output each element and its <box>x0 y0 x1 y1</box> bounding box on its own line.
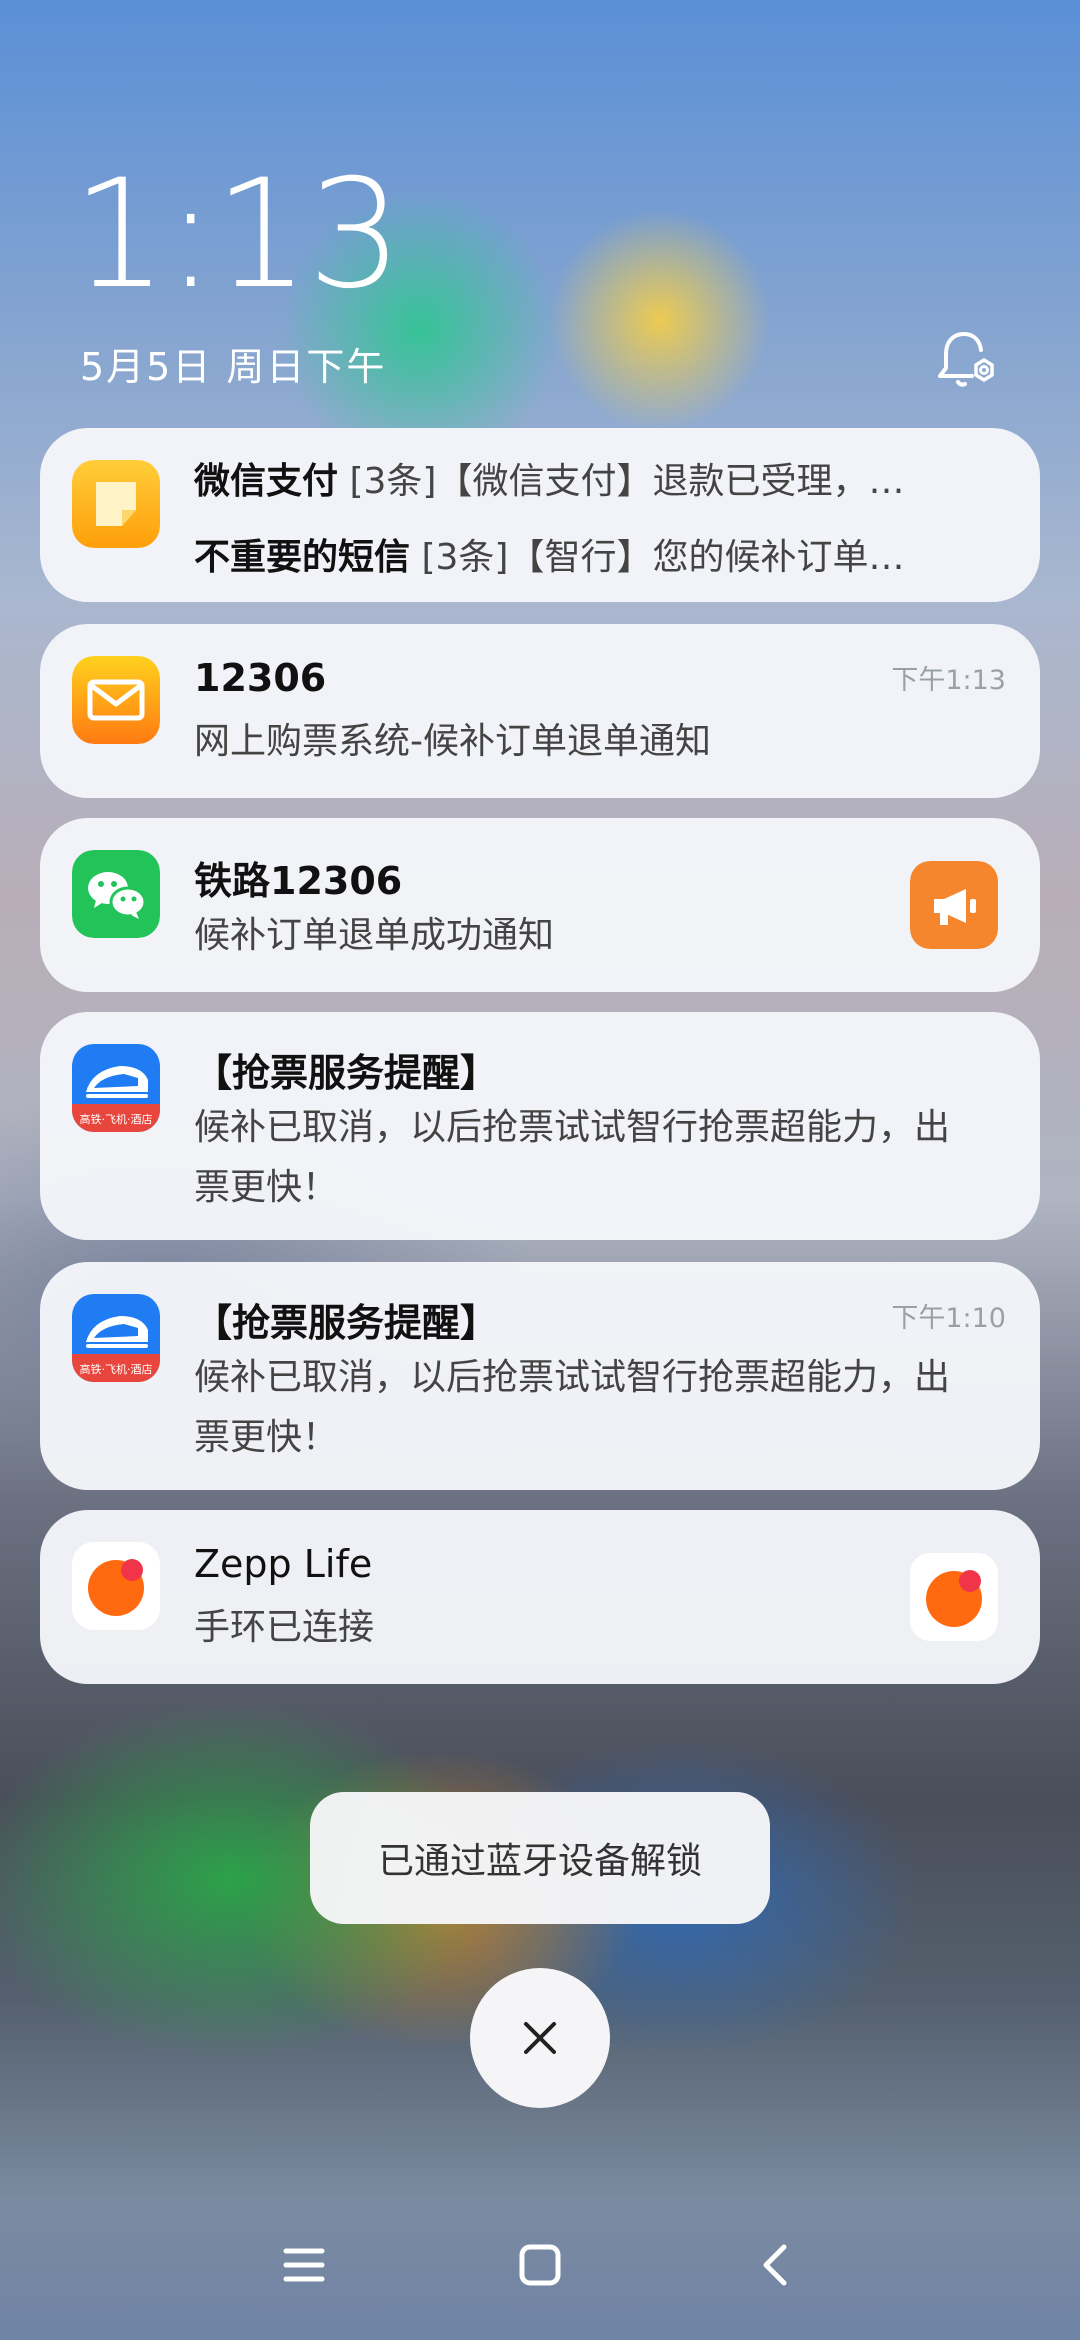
mail-app-icon <box>72 656 160 744</box>
group-line-1-app: 微信支付 <box>194 461 339 502</box>
notification-12306-card[interactable]: 12306 下午1:13 网上购票系统-候补订单退单通知 <box>40 624 1040 798</box>
notification-settings-icon[interactable] <box>928 324 1000 396</box>
notification-body: 候补已取消，以后抢票试试智行抢票超能力，出票更快！ <box>194 1357 951 1458</box>
group-line-2: 不重要的短信 [3条]【智行】您的候补订单… <box>194 528 1000 580</box>
notification-title: 【抢票服务提醒】 <box>194 1301 499 1345</box>
notification-title: 【抢票服务提醒】 <box>194 1051 499 1095</box>
unlock-toast: 已通过蓝牙设备解锁 <box>310 1792 770 1924</box>
notification-body: 候补订单退单成功通知 <box>194 915 555 956</box>
group-line-2-text: [3条]【智行】您的候补订单… <box>421 537 905 578</box>
wechat-app-icon <box>72 850 160 938</box>
zhixing-app-icon: 高铁·飞机·酒店 <box>72 1044 160 1132</box>
zhixing-app-icon: 高铁·飞机·酒店 <box>72 1294 160 1382</box>
zepp-life-thumbnail-icon <box>910 1553 998 1641</box>
zepp-life-app-icon <box>72 1542 160 1630</box>
notification-time: 下午1:10 <box>891 1303 1006 1334</box>
notification-time: 下午1:13 <box>891 665 1006 696</box>
group-line-1-text: [3条]【微信支付】退款已受理，… <box>349 461 905 502</box>
notification-zhixing-card[interactable]: 高铁·飞机·酒店 【抢票服务提醒】 下午1:10 候补已取消，以后抢票试试智行抢… <box>40 1262 1040 1490</box>
notification-group-card[interactable]: 微信支付 [3条]【微信支付】退款已受理，… 不重要的短信 [3条]【智行】您的… <box>40 428 1040 602</box>
lockscreen-date: 5月5日 周日下午 <box>80 345 387 389</box>
notification-body: 手环已连接 <box>194 1607 375 1648</box>
notes-app-icon <box>72 460 160 548</box>
notification-title: 铁路12306 <box>194 859 403 903</box>
zhixing-icon-caption: 高铁·飞机·酒店 <box>80 1362 153 1376</box>
back-icon[interactable] <box>746 2235 806 2295</box>
notification-body: 网上购票系统-候补订单退单通知 <box>194 721 711 762</box>
notification-title: 12306 <box>194 656 327 700</box>
notification-title: Zepp Life <box>194 1542 373 1586</box>
lockscreen-clock: 1:13 <box>72 148 403 322</box>
notification-zhixing-card[interactable]: 高铁·飞机·酒店 【抢票服务提醒】 候补已取消，以后抢票试试智行抢票超能力，出票… <box>40 1012 1040 1240</box>
zhixing-icon-caption: 高铁·飞机·酒店 <box>80 1112 153 1126</box>
menu-icon[interactable] <box>274 2235 334 2295</box>
home-icon[interactable] <box>510 2235 570 2295</box>
group-line-2-app: 不重要的短信 <box>194 537 411 578</box>
megaphone-icon <box>910 861 998 949</box>
notification-body: 候补已取消，以后抢票试试智行抢票超能力，出票更快！ <box>194 1107 951 1208</box>
notification-zepp-card[interactable]: Zepp Life 手环已连接 <box>40 1510 1040 1684</box>
close-icon <box>524 2022 556 2054</box>
group-line-1: 微信支付 [3条]【微信支付】退款已受理，… <box>194 452 1000 504</box>
notification-wechat-card[interactable]: 铁路12306 候补订单退单成功通知 <box>40 818 1040 992</box>
clear-notifications-button[interactable] <box>470 1968 610 2108</box>
